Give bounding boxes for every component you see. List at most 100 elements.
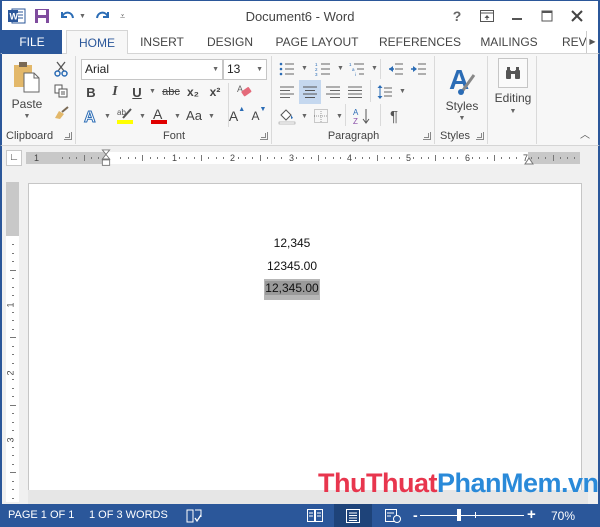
editing-dropdown-icon[interactable]: ▼ <box>510 108 517 115</box>
highlight-dropdown-icon[interactable]: ▼ <box>139 113 146 120</box>
ruler-tick <box>472 157 473 159</box>
numbering-button[interactable]: 123 <box>313 60 333 78</box>
document-page[interactable] <box>28 183 582 504</box>
paragraph-group: ▼ 123 ▼ 1ai ▼ ▼ ▼ ▼ A Z ¶ Paragraph <box>273 56 435 144</box>
ruler-tick <box>12 498 14 499</box>
ruler-tick <box>369 157 370 159</box>
justify-button[interactable] <box>345 82 365 102</box>
format-painter-button[interactable] <box>52 104 70 122</box>
change-case-button[interactable]: Aa <box>183 106 205 124</box>
styles-button[interactable]: A Styles ▼ <box>440 58 484 126</box>
styles-dialog-launcher[interactable] <box>476 132 484 140</box>
zoom-out-button[interactable]: - <box>413 507 418 523</box>
document-line[interactable]: 12,345 <box>2 236 582 250</box>
font-color-dropdown-icon[interactable]: ▼ <box>174 113 181 120</box>
first-line-indent-marker[interactable] <box>101 149 111 169</box>
web-layout-icon[interactable] <box>384 507 402 524</box>
paste-button[interactable]: Paste ▼ <box>8 58 46 122</box>
line-spacing-button[interactable] <box>375 82 395 102</box>
copy-button[interactable] <box>52 82 70 100</box>
change-case-dropdown-icon[interactable]: ▼ <box>208 113 215 120</box>
bullets-dropdown-icon[interactable]: ▼ <box>301 65 308 72</box>
increase-indent-button[interactable] <box>409 60 429 78</box>
tabs-scroll-right-icon[interactable]: ▶ <box>586 31 598 53</box>
strikethrough-button[interactable]: abc <box>160 83 182 101</box>
cut-button[interactable] <box>52 60 70 78</box>
align-right-button[interactable] <box>323 82 343 102</box>
line-spacing-dropdown-icon[interactable]: ▼ <box>399 88 406 95</box>
maximize-icon[interactable] <box>532 5 562 27</box>
underline-dropdown-icon[interactable]: ▼ <box>149 88 156 95</box>
tab-file[interactable]: FILE <box>2 30 62 54</box>
text-effects-dropdown-icon[interactable]: ▼ <box>104 113 111 120</box>
decrease-indent-button[interactable] <box>386 60 406 78</box>
tab-selector[interactable]: ∟ <box>6 150 22 166</box>
ruler-tick <box>208 157 209 159</box>
font-dialog-launcher[interactable] <box>260 132 268 140</box>
minimize-icon[interactable] <box>502 5 532 27</box>
tab-references[interactable]: REFERENCES <box>379 30 461 54</box>
superscript-button[interactable]: x² <box>206 83 224 101</box>
zoom-in-button[interactable]: + <box>527 506 536 523</box>
font-size-dropdown-icon[interactable]: ▼ <box>256 60 263 79</box>
page-count[interactable]: PAGE 1 OF 1 <box>8 509 74 521</box>
collapse-ribbon-icon[interactable]: ︿ <box>580 126 590 141</box>
multilevel-list-dropdown-icon[interactable]: ▼ <box>371 65 378 72</box>
shading-dropdown-icon[interactable]: ▼ <box>301 113 308 120</box>
text-effects-button[interactable]: A <box>83 106 99 126</box>
print-layout-icon[interactable] <box>334 504 372 527</box>
editing-button[interactable]: Editing ▼ <box>492 58 534 126</box>
sort-button[interactable]: AZ <box>351 106 373 126</box>
paragraph-dialog-launcher[interactable] <box>423 132 431 140</box>
clipboard-dialog-launcher[interactable] <box>64 132 72 140</box>
borders-button[interactable] <box>311 106 331 126</box>
document-line-selected[interactable]: 12,345.00 <box>2 279 582 300</box>
paragraph-separator <box>345 104 346 126</box>
subscript-button[interactable]: x₂ <box>184 83 202 101</box>
zoom-slider-track[interactable] <box>420 515 524 516</box>
zoom-level[interactable]: 70% <box>551 509 575 523</box>
paragraph-separator <box>370 80 371 102</box>
align-left-button[interactable] <box>277 82 297 102</box>
tab-home[interactable]: HOME <box>66 30 128 55</box>
ruler-tick <box>487 157 488 159</box>
align-center-button[interactable] <box>299 80 321 104</box>
ruler-area: ∟ 1 1 2 3 4 5 6 7 <box>0 146 600 174</box>
zoom-slider-thumb[interactable] <box>457 509 461 521</box>
grow-font-button[interactable]: A ▲ <box>229 106 245 126</box>
watermark: ThuThuatPhanMem.vn <box>318 468 599 499</box>
styles-dropdown-icon[interactable]: ▼ <box>459 115 466 122</box>
vertical-ruler[interactable]: 1 2 3 <box>6 182 19 502</box>
tab-insert[interactable]: INSERT <box>135 30 189 54</box>
help-button[interactable]: ? <box>442 5 472 27</box>
clear-formatting-button[interactable]: A <box>234 81 254 101</box>
italic-button[interactable]: I <box>107 83 123 101</box>
tab-mailings[interactable]: MAILINGS <box>474 30 544 54</box>
close-icon[interactable] <box>562 5 592 27</box>
ruler-tick <box>201 155 202 161</box>
right-indent-marker[interactable] <box>524 157 534 165</box>
bullets-button[interactable] <box>277 60 297 78</box>
shading-button[interactable] <box>277 106 297 126</box>
read-mode-icon[interactable] <box>305 507 325 524</box>
bold-button[interactable]: B <box>83 83 99 101</box>
font-size-combobox[interactable]: 13 ▼ <box>223 59 267 80</box>
clear-formatting-icon: A <box>237 84 252 97</box>
word-count[interactable]: 1 OF 3 WORDS <box>89 509 168 521</box>
show-formatting-marks-button[interactable]: ¶ <box>385 106 403 126</box>
font-name-dropdown-icon[interactable]: ▼ <box>212 60 219 79</box>
ribbon-display-options-icon[interactable] <box>472 5 502 27</box>
multilevel-list-button[interactable]: 1ai <box>347 60 367 78</box>
proofing-icon[interactable] <box>186 507 202 524</box>
numbering-dropdown-icon[interactable]: ▼ <box>337 65 344 72</box>
highlight-button[interactable]: ab <box>115 105 135 125</box>
font-name-combobox[interactable]: Arial ▼ <box>81 59 223 80</box>
document-line[interactable]: 12345.00 <box>2 259 582 273</box>
borders-dropdown-icon[interactable]: ▼ <box>336 113 343 120</box>
tab-design[interactable]: DESIGN <box>202 30 258 54</box>
shrink-font-button[interactable]: A ▼ <box>251 106 267 126</box>
tab-page-layout[interactable]: PAGE LAYOUT <box>272 30 362 54</box>
paste-dropdown-icon[interactable]: ▼ <box>24 113 31 120</box>
font-color-button[interactable]: A <box>149 105 169 125</box>
underline-button[interactable]: U <box>129 83 145 101</box>
